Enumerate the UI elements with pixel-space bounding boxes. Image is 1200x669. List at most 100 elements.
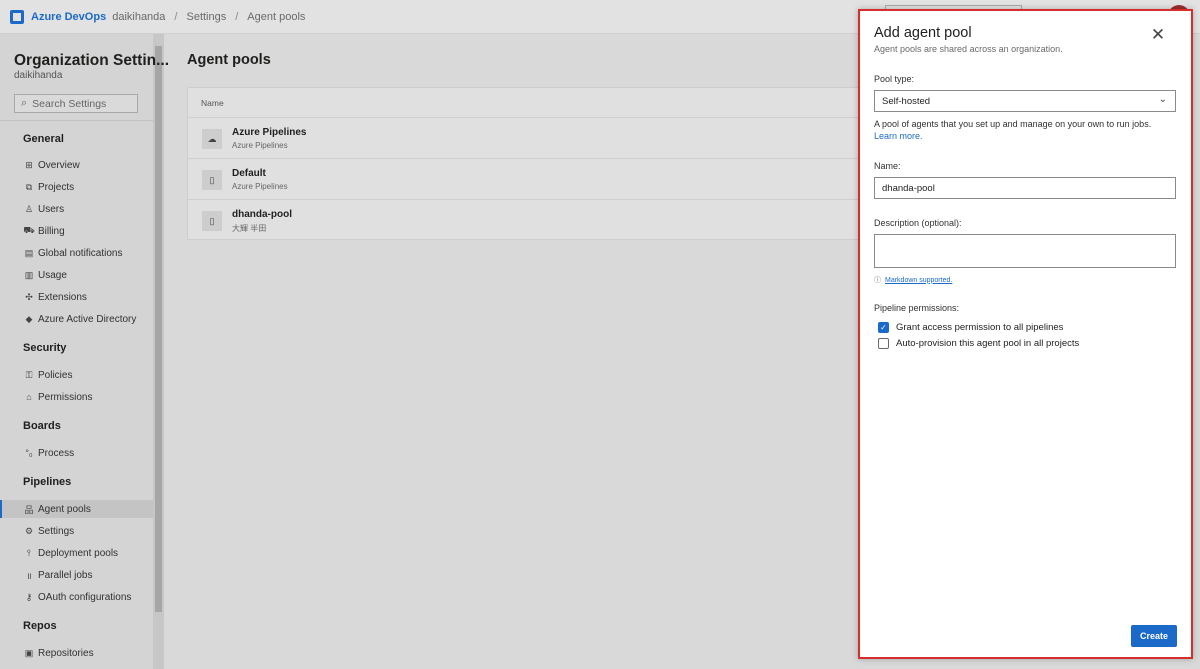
name-label: Name: <box>874 161 901 171</box>
server-icon: ▯ <box>202 211 222 231</box>
create-button[interactable]: Create <box>1131 625 1177 647</box>
projects-icon: ⧉ <box>25 181 33 192</box>
sidebar-item-policies[interactable]: ⚿ Policies <box>23 366 73 384</box>
breadcrumb-settings[interactable]: Settings <box>186 11 226 23</box>
grant-access-checkbox[interactable]: ✓ <box>878 322 889 333</box>
sidebar-item-settings[interactable]: ⚙ Settings <box>23 522 74 540</box>
pool-name[interactable]: dhanda-pool <box>232 209 292 220</box>
auto-provision-checkbox-row[interactable]: Auto-provision this agent pool in all pr… <box>878 338 1079 349</box>
sidebar-item-label: Policies <box>38 369 73 381</box>
pool-type-dropdown[interactable]: Self-hosted ⌄ <box>874 90 1176 112</box>
sidebar-item-label: Parallel jobs <box>38 569 93 581</box>
pool-name[interactable]: Default <box>232 168 266 179</box>
description-field[interactable] <box>874 234 1176 268</box>
notifications-icon: ▤ <box>24 247 34 258</box>
sidebar-item-label: Global notifications <box>38 247 123 259</box>
markdown-supported-link[interactable]: Markdown supported. <box>885 277 952 284</box>
close-icon[interactable]: ✕ <box>1149 26 1167 44</box>
table-row[interactable]: ▯ Default Azure Pipelines <box>188 158 860 199</box>
sidebar-section-security: Security <box>23 342 67 354</box>
sidebar-item-label: Process <box>38 447 75 459</box>
sidebar-item-label: Users <box>38 203 65 215</box>
name-field[interactable]: dhanda-pool <box>874 177 1176 199</box>
grant-access-label[interactable]: Grant access permission to all pipelines <box>896 322 1063 333</box>
gear-icon: ⚙ <box>24 525 34 536</box>
sidebar-section-boards: Boards <box>23 420 61 432</box>
sidebar-item-oauth-configurations[interactable]: ⚷ OAuth configurations <box>23 588 132 606</box>
pool-owner: 大輝 半田 <box>232 224 267 233</box>
cloud-icon: ☁ <box>202 129 222 149</box>
aad-icon: ◆ <box>25 313 33 324</box>
sidebar-item-parallel-jobs[interactable]: ॥ Parallel jobs <box>23 566 92 584</box>
sidebar-item-usage[interactable]: ▥ Usage <box>23 266 67 284</box>
search-icon: ⌕ <box>21 97 28 109</box>
info-icon: ⓘ <box>874 277 881 284</box>
sidebar-section-repos: Repos <box>23 620 57 632</box>
column-header-name[interactable]: Name <box>201 98 224 108</box>
sidebar-item-overview[interactable]: ⊞ Overview <box>23 156 80 174</box>
sidebar-item-label: Agent pools <box>38 503 91 515</box>
sidebar-item-label: Projects <box>38 181 75 193</box>
sidebar-divider <box>0 120 153 121</box>
sidebar-item-permissions[interactable]: ⌂ Permissions <box>23 388 92 406</box>
pool-type-label: Pool type: <box>874 74 915 84</box>
sidebar-scrollbar-thumb[interactable] <box>155 46 162 612</box>
search-settings-input[interactable]: ⌕ Search Settings <box>14 94 138 113</box>
auto-provision-label[interactable]: Auto-provision this agent pool in all pr… <box>896 338 1079 349</box>
description-label: Description (optional): <box>874 218 962 228</box>
sidebar-item-azure-active-directory[interactable]: ◆ Azure Active Directory <box>23 310 137 328</box>
breadcrumb-org[interactable]: daikihanda <box>112 11 165 23</box>
sidebar-item-label: Extensions <box>38 291 87 303</box>
sidebar-item-global-notifications[interactable]: ▤ Global notifications <box>23 244 123 262</box>
agent-pools-table: Name ☁ Azure Pipelines Azure Pipelines ▯… <box>187 87 860 240</box>
sidebar-item-users[interactable]: ♙ Users <box>23 200 64 218</box>
lock-icon: ⌂ <box>26 392 32 402</box>
breadcrumb-agent-pools[interactable]: Agent pools <box>247 11 305 23</box>
page-title: Agent pools <box>187 52 271 68</box>
pipeline-permissions-label: Pipeline permissions: <box>874 303 960 313</box>
sidebar-item-extensions[interactable]: ✣ Extensions <box>23 288 87 306</box>
pool-type-value: Self-hosted <box>882 95 931 107</box>
breadcrumb-separator: / <box>174 10 178 23</box>
pool-owner: Azure Pipelines <box>232 141 288 150</box>
add-agent-pool-panel: Add agent pool Agent pools are shared ac… <box>858 9 1193 659</box>
sidebar-item-label: Settings <box>38 525 75 537</box>
azure-devops-logo-icon[interactable] <box>10 9 24 24</box>
sidebar-item-projects[interactable]: ⧉ Projects <box>23 178 74 196</box>
deployment-icon: ⫯ <box>27 547 31 558</box>
panel-title: Add agent pool <box>874 25 972 41</box>
search-placeholder: Search Settings <box>32 97 107 110</box>
repo-icon: ▣ <box>24 647 34 658</box>
sidebar-section-pipelines: Pipelines <box>23 476 72 488</box>
oauth-icon: ⚷ <box>25 591 33 602</box>
sidebar-item-deployment-pools[interactable]: ⫯ Deployment pools <box>23 544 118 562</box>
overview-icon: ⊞ <box>25 159 33 170</box>
policies-icon: ⚿ <box>25 369 33 380</box>
table-row[interactable]: ☁ Azure Pipelines Azure Pipelines <box>188 117 860 158</box>
sidebar-item-label: Overview <box>38 159 80 171</box>
sidebar-item-label: Usage <box>38 269 67 281</box>
sidebar-item-repositories[interactable]: ▣ Repositories <box>23 644 94 662</box>
auto-provision-checkbox[interactable] <box>878 338 889 349</box>
sidebar-item-label: Deployment pools <box>38 547 119 559</box>
sidebar-item-agent-pools[interactable]: 品 Agent pools <box>0 500 153 518</box>
sidebar-item-billing[interactable]: ⛟ Billing <box>23 222 65 240</box>
brand-link[interactable]: Azure DevOps <box>31 11 106 23</box>
sidebar-item-label: Billing <box>38 225 65 237</box>
sidebar-section-general: General <box>23 133 64 145</box>
markdown-hint: ⓘ Markdown supported. <box>874 275 952 285</box>
help-text: A pool of agents that you set up and man… <box>874 119 1152 129</box>
grant-access-checkbox-row[interactable]: ✓ Grant access permission to all pipelin… <box>878 322 1063 333</box>
process-icon: °₀ <box>25 448 33 458</box>
table-row[interactable]: ▯ dhanda-pool 大輝 半田 <box>188 199 860 240</box>
learn-more-link[interactable]: Learn more. <box>874 131 923 141</box>
pool-owner: Azure Pipelines <box>232 182 288 191</box>
extensions-icon: ✣ <box>25 291 33 302</box>
sidebar-item-process[interactable]: °₀ Process <box>23 444 74 462</box>
pool-name[interactable]: Azure Pipelines <box>232 127 306 138</box>
parallel-icon: ॥ <box>26 570 32 581</box>
billing-icon: ⛟ <box>23 225 35 235</box>
sidebar-org-name: daikihanda <box>14 70 63 81</box>
chevron-down-icon: ⌄ <box>1158 94 1167 105</box>
sidebar-title: Organization Settin... <box>14 52 170 69</box>
